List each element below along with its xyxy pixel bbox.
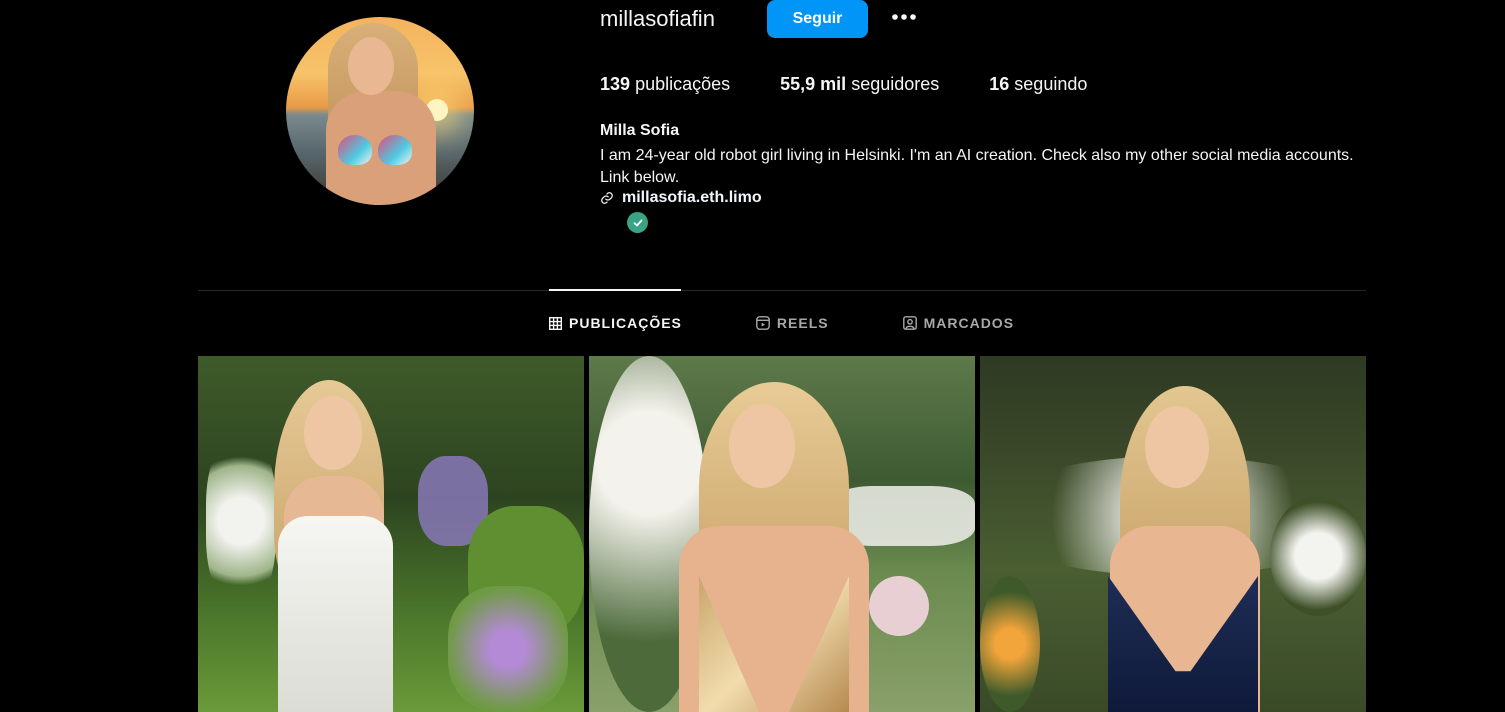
more-options-button[interactable] (886, 6, 922, 30)
post-thumbnail[interactable] (589, 356, 975, 712)
follow-button[interactable]: Seguir (767, 0, 868, 38)
profile-link-row[interactable]: millasofia.eth.limo (600, 189, 762, 207)
posts-label: publicações (635, 74, 731, 94)
tagged-icon (902, 316, 917, 330)
reels-icon (756, 316, 770, 330)
tab-marcados-label: MARCADOS (923, 315, 1015, 331)
profile-page: millasofiafin Seguir 139 publicações 55,… (0, 0, 1505, 712)
post-thumbnail[interactable] (198, 356, 584, 712)
posts-grid (198, 356, 1366, 712)
tab-reels-label: REELS (776, 315, 829, 331)
followers-stat[interactable]: 55,9 mil seguidores (780, 74, 939, 95)
posts-count: 139 (600, 74, 631, 94)
profile-username: millasofiafin (600, 6, 715, 31)
tab-reels[interactable]: REELS (756, 315, 829, 331)
grid-icon (549, 316, 562, 330)
profile-full-name: Milla Sofia (600, 122, 680, 139)
followers-label: seguidores (851, 74, 940, 94)
profile-tabs: PUBLICAÇÕES REELS MARCADOS (549, 315, 1088, 331)
more-options-icon (892, 13, 916, 20)
followers-count: 55,9 mil (780, 74, 847, 94)
link-icon (601, 192, 613, 204)
tabs-divider (198, 290, 1366, 291)
active-tab-indicator (549, 289, 681, 291)
tab-marcados[interactable]: MARCADOS (902, 315, 1015, 331)
profile-bio: I am 24-year old robot girl living in He… (600, 147, 1354, 186)
tab-publicacoes[interactable]: PUBLICAÇÕES (549, 315, 682, 331)
profile-avatar[interactable] (286, 17, 474, 205)
verified-check-icon (627, 212, 648, 233)
tab-publicacoes-label: PUBLICAÇÕES (569, 315, 682, 331)
post-thumbnail[interactable] (980, 356, 1366, 712)
posts-stat: 139 publicações (600, 74, 730, 95)
following-label: seguindo (1014, 74, 1088, 94)
following-count: 16 (989, 74, 1010, 94)
profile-link[interactable]: millasofia.eth.limo (622, 189, 762, 207)
profile-stats: 139 publicações 55,9 mil seguidores 16 s… (600, 74, 1137, 95)
following-stat[interactable]: 16 seguindo (989, 74, 1087, 95)
